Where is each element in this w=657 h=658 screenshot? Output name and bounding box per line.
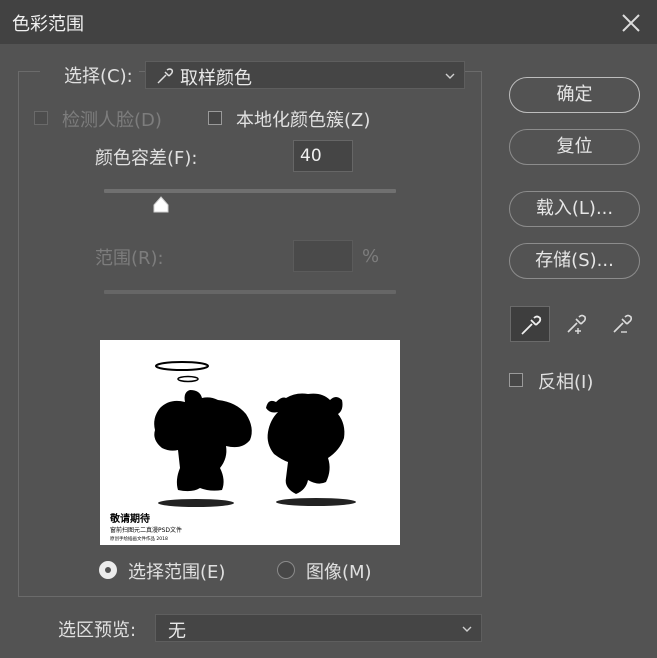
detect-faces-label: 检测人脸(D)	[62, 110, 162, 131]
fuzziness-slider-track[interactable]	[104, 189, 396, 193]
select-label: 选择(C):	[40, 62, 139, 88]
preview-text-line2: 窗前扫图元二真漫PSD文件	[110, 526, 182, 534]
select-dropdown[interactable]: 取样颜色	[145, 61, 465, 89]
chevron-down-icon	[462, 626, 472, 632]
selection-preview-image: 敬请期待 窗前扫图元二真漫PSD文件 原创手绘插画文件作品 2018	[100, 340, 400, 545]
reset-button[interactable]: 复位	[509, 129, 640, 165]
fuzziness-input[interactable]: 40	[293, 140, 353, 172]
eyedropper-add-tool[interactable]	[556, 306, 596, 342]
eyedropper-icon	[157, 68, 174, 84]
localized-clusters-checkbox[interactable]	[208, 111, 222, 125]
title-bar: 色彩范围	[0, 0, 657, 44]
preview-text-line1: 敬请期待	[109, 512, 150, 525]
selection-radio-label: 选择范围(E)	[128, 562, 226, 583]
selection-radio[interactable]	[99, 561, 117, 579]
close-icon	[622, 14, 640, 32]
range-input[interactable]	[293, 240, 353, 272]
preview-text-line3: 原创手绘插画文件作品 2018	[110, 535, 168, 542]
selection-preview-value: 无	[168, 621, 186, 642]
image-radio[interactable]	[277, 561, 295, 579]
fuzziness-slider-thumb[interactable]	[152, 196, 170, 214]
chevron-down-icon	[445, 73, 455, 79]
image-radio-label: 图像(M)	[306, 562, 372, 583]
invert-checkbox[interactable]	[509, 373, 523, 387]
save-button[interactable]: 存储(S)...	[509, 243, 640, 279]
eyedropper-subtract-tool[interactable]	[602, 306, 642, 342]
selection-preview-dropdown[interactable]: 无	[155, 614, 482, 642]
range-unit: %	[362, 246, 380, 267]
preview-silhouettes: 敬请期待 窗前扫图元二真漫PSD文件 原创手绘插画文件作品 2018	[109, 361, 356, 542]
fuzziness-label: 颜色容差(F):	[95, 148, 198, 169]
eyedropper-tool[interactable]	[510, 306, 550, 342]
eyedropper-icon	[521, 315, 542, 335]
dialog-title: 色彩范围	[12, 14, 84, 35]
select-value: 取样颜色	[180, 68, 252, 89]
close-button[interactable]	[618, 10, 644, 36]
detect-faces-checkbox[interactable]	[34, 111, 48, 125]
eyedropper-plus-icon	[567, 314, 587, 334]
ok-button[interactable]: 确定	[509, 77, 640, 113]
load-button[interactable]: 载入(L)...	[509, 191, 640, 227]
eyedropper-minus-icon	[613, 314, 633, 333]
invert-label: 反相(I)	[538, 372, 594, 393]
range-label: 范围(R):	[95, 248, 164, 269]
range-slider-track[interactable]	[104, 290, 396, 294]
localized-clusters-label: 本地化颜色簇(Z)	[236, 110, 371, 131]
selection-preview-label: 选区预览:	[58, 620, 137, 641]
